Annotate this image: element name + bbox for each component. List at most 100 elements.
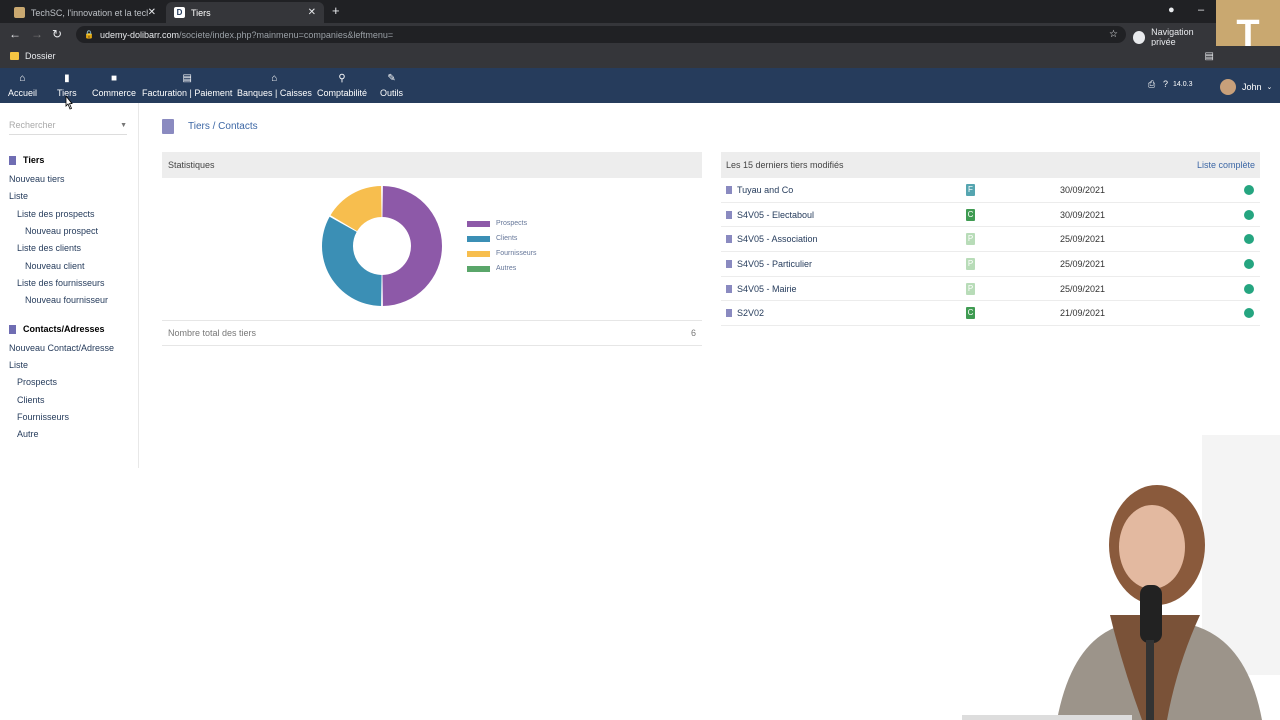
legend-label: Fournisseurs: [496, 250, 537, 257]
sidebar-item-liste-contacts[interactable]: Liste: [9, 360, 28, 370]
thirdparty-link[interactable]: S4V05 - Association: [726, 234, 818, 244]
back-arrow-icon[interactable]: ←: [9, 27, 21, 41]
sidebar-item-contacts-prospects[interactable]: Prospects: [17, 377, 57, 387]
thirdparty-link[interactable]: Tuyau and Co: [726, 185, 793, 195]
sidebar-section-tiers[interactable]: Tiers: [9, 155, 44, 165]
incognito-indicator[interactable]: Navigation privée: [1133, 27, 1216, 47]
building-icon: [726, 210, 732, 219]
incognito-icon: [1133, 30, 1146, 44]
chart-area: Prospects Clients Fournisseurs Autres: [162, 178, 702, 320]
bookmarks-bar: Dossier ▤: [0, 46, 1280, 68]
bookmark-folder-label: Dossier: [25, 51, 56, 61]
new-tab-icon[interactable]: +: [332, 3, 340, 18]
modified-date: 25/09/2021: [1060, 234, 1106, 245]
browser-tab[interactable]: TechSC, l'innovation et la technic ✕: [6, 2, 164, 23]
building-icon: [162, 119, 174, 134]
full-list-link[interactable]: Liste complète: [1197, 160, 1255, 170]
modified-date: 25/09/2021: [1060, 259, 1106, 270]
print-button[interactable]: ⎙: [1148, 79, 1155, 90]
bookmark-folder[interactable]: Dossier: [10, 51, 56, 61]
legend-swatch: [467, 250, 490, 257]
legend-item[interactable]: Clients: [467, 231, 536, 246]
user-name: John: [1242, 82, 1262, 92]
home-icon: ⌂: [19, 73, 26, 84]
pie-slice-clients[interactable]: [322, 216, 382, 306]
forward-arrow-icon[interactable]: →: [31, 27, 43, 41]
sidebar-item-contacts-fournisseurs[interactable]: Fournisseurs: [17, 412, 69, 422]
sidebar-item-contacts-autre[interactable]: Autre: [17, 429, 39, 439]
chart-legend: Prospects Clients Fournisseurs Autres: [467, 216, 536, 276]
recent-title: Les 15 derniers tiers modifiés: [726, 160, 844, 170]
minimize-icon[interactable]: –: [1198, 4, 1204, 16]
table-row: S4V05 - Electaboul C 30/09/2021: [721, 203, 1260, 228]
status-dot-icon: [1244, 283, 1254, 294]
menu-banques[interactable]: ⌂ Banques | Caisses: [237, 72, 312, 98]
pie-slice-prospects[interactable]: [382, 186, 443, 306]
sidebar-item-nouveau-tiers[interactable]: Nouveau tiers: [9, 174, 65, 184]
sidebar-item-liste[interactable]: Liste: [9, 191, 28, 201]
thirdparty-link[interactable]: S2V02: [726, 308, 764, 318]
type-badge: P: [966, 233, 975, 246]
sidebar-section-contacts[interactable]: Contacts/Adresses: [9, 324, 105, 334]
reload-icon[interactable]: ↻: [52, 27, 62, 41]
status-dot-icon: [1244, 234, 1254, 245]
modified-date: 30/09/2021: [1060, 209, 1106, 220]
invoice-icon: ▤: [182, 73, 192, 84]
thirdparty-link[interactable]: S4V05 - Mairie: [726, 284, 797, 294]
thirdparty-name: S2V02: [737, 308, 765, 319]
building-icon: [726, 284, 732, 293]
legend-swatch: [467, 220, 490, 227]
help-button[interactable]: ? 14.0.3: [1163, 79, 1192, 89]
menu-commerce[interactable]: ■ Commerce: [92, 72, 136, 98]
print-icon: ⎙: [1148, 79, 1156, 89]
menu-outils[interactable]: ✎ Outils: [380, 72, 403, 98]
sidebar-item-contacts-clients[interactable]: Clients: [17, 395, 45, 405]
search-select[interactable]: Rechercher ▼: [9, 116, 127, 135]
stats-title: Statistiques: [168, 160, 215, 170]
bookmark-star-icon[interactable]: ☆: [1109, 29, 1118, 40]
close-tab-icon[interactable]: ✕: [308, 7, 316, 18]
building-icon: [726, 235, 732, 244]
legend-item[interactable]: Fournisseurs: [467, 246, 536, 261]
thirdparty-link[interactable]: S4V05 - Electaboul: [726, 210, 814, 220]
thirdparty-link[interactable]: S4V05 - Particulier: [726, 259, 812, 269]
building-icon: ▮: [64, 73, 70, 84]
thirdparty-name: S4V05 - Mairie: [737, 283, 797, 294]
menu-label: Facturation | Paiement: [142, 88, 233, 98]
breadcrumb: Tiers / Contacts: [162, 119, 258, 134]
sidebar-item-nouveau-client[interactable]: Nouveau client: [25, 261, 85, 271]
sidebar-item-liste-prospects[interactable]: Liste des prospects: [17, 209, 95, 219]
version-label: 14.0.3: [1173, 80, 1193, 88]
recent-header: Les 15 derniers tiers modifiés Liste com…: [721, 152, 1260, 178]
sidebar-item-nouveau-fournisseur[interactable]: Nouveau fournisseur: [25, 295, 108, 305]
sidebar-item-liste-clients[interactable]: Liste des clients: [17, 243, 81, 253]
menu-label: Banques | Caisses: [237, 88, 312, 98]
modified-date: 21/09/2021: [1060, 308, 1106, 319]
url-field[interactable]: 🔒 udemy-dolibarr.com /societe/index.php?…: [76, 26, 1126, 43]
total-value: 6: [690, 328, 696, 338]
caret-down-icon: ▼: [120, 121, 127, 129]
menu-facturation[interactable]: ▤ Facturation | Paiement: [142, 72, 232, 98]
lock-icon: 🔒: [84, 30, 94, 39]
legend-swatch: [467, 235, 490, 242]
type-badge: P: [966, 258, 975, 271]
user-menu[interactable]: John ⌄: [1220, 79, 1272, 95]
tab-title: TechSC, l'innovation et la technic: [30, 7, 148, 18]
table-row: S4V05 - Particulier P 25/09/2021: [721, 252, 1260, 277]
browser-tab-active[interactable]: D Tiers ✕: [166, 2, 324, 23]
browser-tabstrip: TechSC, l'innovation et la technic ✕ D T…: [0, 0, 1280, 23]
sidebar-item-nouveau-contact[interactable]: Nouveau Contact/Adresse: [9, 343, 114, 353]
close-tab-icon[interactable]: ✕: [148, 7, 156, 18]
status-dot-icon: [1244, 209, 1254, 220]
webcam-presenter-image: [962, 435, 1280, 720]
menu-comptabilite[interactable]: ⚲ Comptabilité: [317, 72, 367, 98]
legend-item[interactable]: Autres: [467, 261, 536, 276]
profile-menu-icon[interactable]: ●: [1168, 4, 1175, 16]
sidebar-item-nouveau-prospect[interactable]: Nouveau prospect: [25, 226, 98, 236]
left-sidebar: Rechercher ▼ Tiers Nouveau tiers Liste L…: [0, 103, 139, 468]
menu-accueil[interactable]: ⌂ Accueil: [8, 72, 37, 98]
page-title: Tiers / Contacts: [188, 121, 258, 132]
sidebar-item-liste-fournisseurs[interactable]: Liste des fournisseurs: [17, 278, 105, 288]
reading-list-icon[interactable]: ▤: [1205, 51, 1214, 62]
legend-item[interactable]: Prospects: [467, 216, 536, 231]
